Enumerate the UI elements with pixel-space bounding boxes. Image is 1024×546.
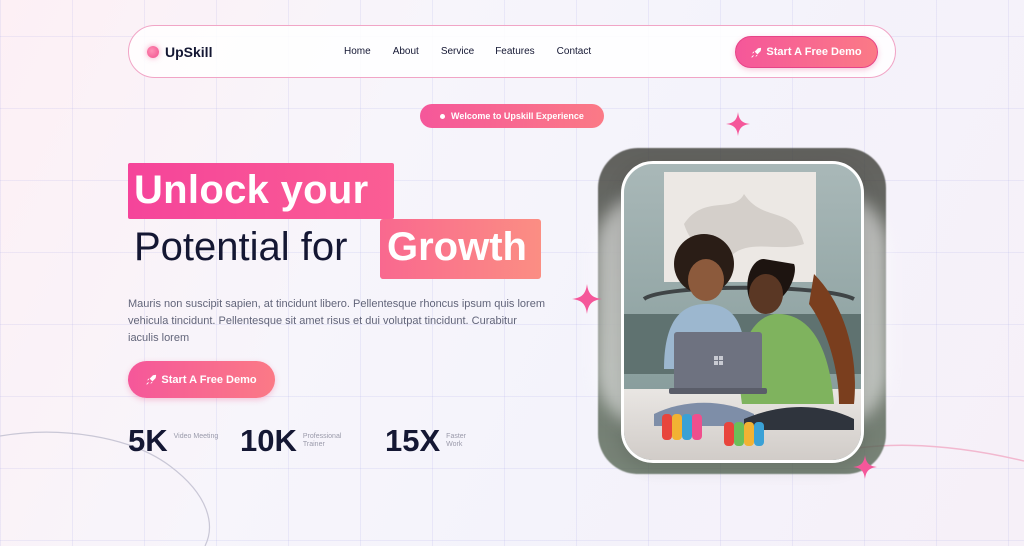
stat-video-meeting: 5K Video Meeting (128, 424, 222, 458)
nav-link-about[interactable]: About (393, 46, 419, 57)
hero-image (621, 161, 864, 463)
welcome-badge: Welcome to Upskill Experience (420, 104, 604, 128)
nav-start-demo-button[interactable]: Start A Free Demo (735, 36, 878, 68)
navbar: UpSkill Home About Service Features Cont… (128, 25, 896, 78)
hero-start-demo-button[interactable]: Start A Free Demo (128, 361, 275, 398)
hero-start-demo-label: Start A Free Demo (161, 373, 257, 386)
nav-link-service[interactable]: Service (441, 46, 474, 57)
nav-links: Home About Service Features Contact (344, 46, 591, 57)
stat-value: 10K (240, 423, 297, 458)
stat-value: 15X (385, 423, 441, 458)
hero-photo-illustration (624, 164, 861, 460)
stat-label: Professional Trainer (302, 433, 342, 448)
nav-link-features[interactable]: Features (495, 46, 534, 57)
stat-value: 5K (128, 423, 168, 458)
stat-label: Video Meeting (173, 433, 219, 440)
headline-line1: Unlock your (134, 168, 369, 212)
sparkle-icon (726, 112, 750, 136)
hero-description: Mauris non suscipit sapien, at tincidunt… (128, 298, 545, 344)
nav-link-contact[interactable]: Contact (557, 46, 591, 57)
rocket-icon (146, 374, 157, 385)
logo[interactable]: UpSkill (147, 44, 212, 60)
nav-start-demo-label: Start A Free Demo (766, 46, 862, 58)
stat-label: Faster Work (446, 433, 467, 448)
sparkle-icon (572, 284, 602, 314)
logo-icon (147, 45, 159, 58)
welcome-badge-text: Welcome to Upskill Experience (451, 111, 584, 121)
stat-faster-work: 15X Faster Work (385, 424, 476, 458)
badge-dot-icon (440, 113, 446, 119)
stat-professional-trainer: 10K Professional Trainer (240, 424, 351, 458)
sparkle-icon (853, 455, 877, 479)
logo-text: UpSkill (165, 43, 213, 60)
headline-line2: Potential for (134, 225, 348, 269)
nav-link-home[interactable]: Home (344, 46, 371, 57)
headline-highlight: Growth (387, 225, 527, 269)
rocket-icon (751, 47, 762, 58)
